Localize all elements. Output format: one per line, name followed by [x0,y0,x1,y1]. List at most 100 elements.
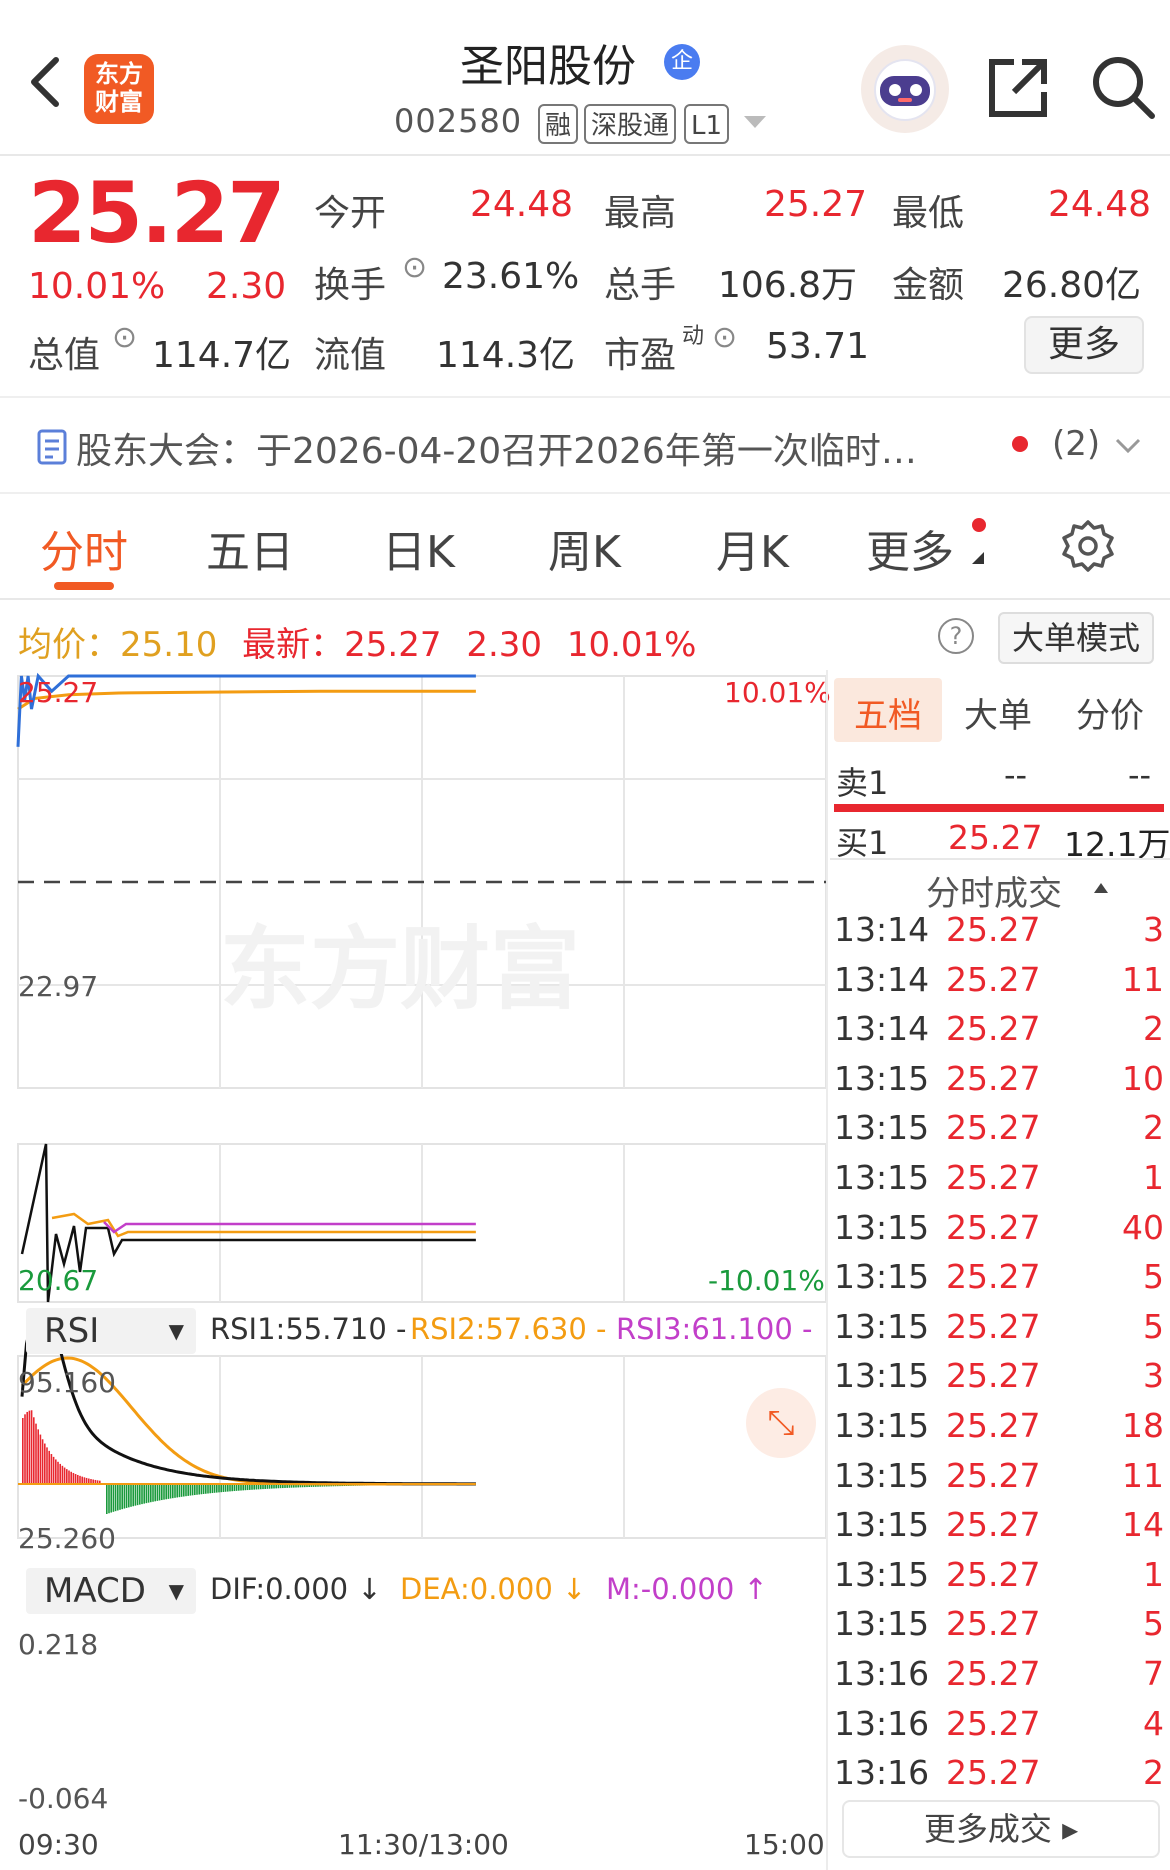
back-icon[interactable] [24,52,64,116]
trade-row: 13:14 25.27 3 [834,910,1164,960]
macd-bar [205,1484,207,1494]
tab-more[interactable]: 更多 [866,516,954,580]
assistant-avatar[interactable] [860,44,950,138]
more-quote-button[interactable]: 更多 [1024,316,1144,374]
tag-level: L1 [684,104,730,144]
divider [0,598,1170,600]
tab-big-orders[interactable]: 大单 [964,688,1032,737]
macd-bar [132,1484,134,1507]
float-cap-value: 114.3亿 [436,335,576,376]
trade-price: 25.27 [946,1753,1041,1793]
info-dots-icon[interactable]: ⊙ [712,320,737,355]
macd-bar [216,1484,218,1493]
trade-time: 13:15 [834,1306,930,1346]
help-icon[interactable]: ? [938,618,974,654]
trade-price: 25.27 [946,1009,1041,1049]
divider [830,858,1170,860]
macd-bar [229,1484,231,1492]
more-trades-button[interactable]: 更多成交 ▸ [842,1800,1160,1858]
tag-margin: 融 [538,104,579,144]
tab-weekly-k[interactable]: 周K [548,516,621,580]
macd-bar [117,1484,119,1511]
big-order-mode-button[interactable]: 大单模式 [998,612,1154,664]
macd-bar [169,1484,172,1499]
trade-time: 13:15 [834,1257,930,1297]
tab-price-distribution[interactable]: 分价 [1076,688,1144,737]
rsi-indicator-select[interactable]: RSI ▼ [26,1308,196,1354]
tab-five-levels[interactable]: 五档 [854,688,922,737]
rsi-top-label: 95.160 [18,1366,116,1399]
search-icon[interactable] [1090,54,1156,124]
trade-volume: 4 [1143,1703,1164,1743]
trade-row: 13:15 25.27 5 [834,1307,1164,1357]
macd-bottom-label: -0.064 [18,1782,109,1815]
stock-name: 圣阳股份 [460,41,636,92]
macd-indicator-select[interactable]: MACD ▼ [26,1568,196,1614]
avg-label: 均价： [18,625,120,665]
latest-label: 最新： [242,625,345,665]
macd-bar [220,1484,222,1493]
macd-bar [125,1484,128,1508]
rsi3-line [103,1221,476,1234]
volume-value: 106.8万 [718,265,858,306]
low-label: 最低 [892,193,965,234]
macd-bar [178,1484,181,1498]
trade-price: 25.27 [946,1554,1041,1594]
macd-bar [48,1450,50,1484]
amount-label: 金额 [892,265,965,306]
macd-bar [81,1476,83,1484]
trades-title[interactable]: 分时成交 [926,866,1062,915]
y-axis-right-bottom-label: -10.01% [708,1264,825,1297]
trade-volume: 1 [1143,1554,1164,1594]
trade-volume: 10 [1122,1058,1164,1098]
trade-time: 13:15 [834,1158,930,1197]
macd-bar [112,1484,115,1512]
sell1-price: -- [1004,756,1028,794]
notice-text[interactable]: 股东大会：于2026-04-20召开2026年第一次临时… [76,422,917,474]
trade-price: 25.27 [946,1505,1041,1545]
trade-time: 13:16 [834,1654,930,1693]
trade-time: 13:15 [834,1108,930,1148]
info-dots-icon[interactable]: ⊙ [112,320,137,355]
amount-value: 26.80亿 [1002,265,1142,306]
macd-bar [24,1414,26,1484]
chevron-down-icon[interactable] [1114,436,1142,460]
trade-row: 13:16 25.27 2 [834,1753,1164,1803]
expand-icon[interactable]: ⤡ [746,1388,816,1458]
rsi2-value: RSI2:57.630 - [410,1312,607,1346]
macd-bar [200,1484,203,1495]
chevron-down-icon[interactable] [742,112,768,136]
macd-bar [209,1484,211,1494]
share-icon[interactable] [986,56,1050,124]
trade-row: 13:15 25.27 10 [834,1059,1164,1109]
trade-price: 25.27 [946,1108,1041,1148]
macd-bar [202,1484,205,1494]
high-value: 25.27 [764,184,868,225]
tab-intraday[interactable]: 分时 [40,516,128,580]
macd-bar [163,1484,165,1500]
unread-dot [1012,436,1028,452]
trade-price: 25.27 [946,1406,1041,1445]
macd-bar [211,1484,214,1494]
trade-price: 25.27 [946,1207,1041,1247]
y-axis-bottom-label: 20.67 [18,1264,99,1297]
enterprise-badge: 企 [664,44,700,80]
info-change: 2.30 [466,625,543,665]
trade-volume: 7 [1143,1654,1164,1693]
trade-row: 13:15 25.27 11 [834,1456,1164,1506]
macd-bar [61,1465,64,1484]
trade-time: 13:15 [834,1356,930,1396]
tab-five-day[interactable]: 五日 [206,516,294,580]
trade-time: 13:15 [834,1554,930,1594]
macd-bar [44,1443,46,1484]
trade-time: 13:15 [834,1604,930,1644]
intraday-chart[interactable]: 东方财富 [0,670,830,1870]
tab-monthly-k[interactable]: 月K [716,516,789,580]
volume-label: 总手 [604,265,677,306]
macd-bar [59,1463,61,1484]
info-dots-icon[interactable]: ⊙ [402,250,427,285]
gear-icon[interactable] [1060,518,1116,578]
macd-bar [147,1484,150,1503]
trade-price: 25.27 [946,1654,1041,1693]
tab-daily-k[interactable]: 日K [382,516,455,580]
